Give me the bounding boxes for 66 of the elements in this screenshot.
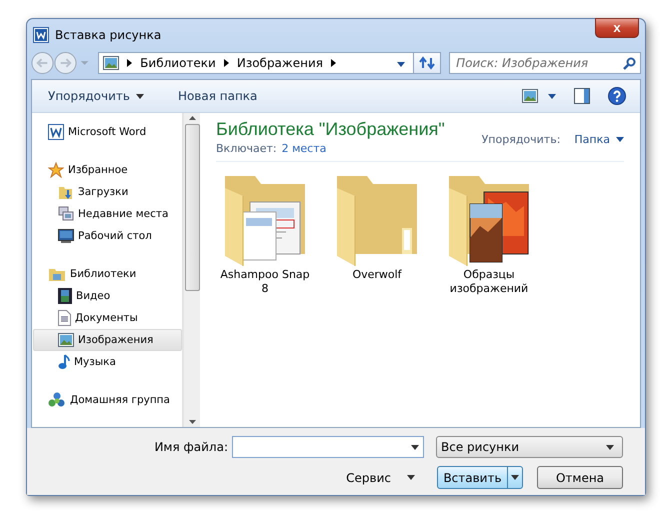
caret-icon [616, 137, 624, 142]
window-title: Вставка рисунка [55, 28, 162, 42]
download-folder-icon [58, 184, 74, 200]
folder-item[interactable]: Overwolf [328, 168, 426, 296]
nav-item[interactable]: Рабочий стол [33, 225, 182, 248]
arrow-icon [224, 59, 229, 68]
scrollbar[interactable] [183, 113, 200, 428]
tools-button[interactable]: Сервис [340, 470, 421, 486]
caret-icon [407, 475, 415, 480]
new-folder-button[interactable]: Новая папка [176, 87, 260, 106]
insert-button[interactable]: Вставить [437, 466, 523, 490]
nav-item[interactable]: Загрузки [33, 181, 182, 204]
folder-item[interactable]: Ashampoo Snap 8 [216, 168, 314, 296]
star-icon [48, 162, 64, 178]
search-field[interactable]: Поиск: Изображения [449, 52, 641, 74]
preview-pane-icon[interactable] [574, 88, 590, 104]
search-icon [623, 56, 636, 70]
nav-item[interactable]: Избранное [33, 159, 182, 182]
cancel-button[interactable]: Отмена [537, 466, 623, 490]
caret-icon [548, 94, 556, 99]
caret-icon [136, 94, 144, 99]
word-icon [48, 124, 64, 140]
arrange-dropdown[interactable]: Папка [574, 133, 624, 146]
help-icon[interactable] [608, 87, 626, 106]
filename-label: Имя файла: [154, 440, 228, 454]
nav-item[interactable]: Документы [33, 307, 182, 330]
refresh-button[interactable] [413, 52, 442, 74]
filename-field[interactable] [232, 436, 424, 458]
file-type-dropdown[interactable]: Все рисунки [436, 436, 623, 458]
homegroup-icon [48, 392, 66, 408]
scroll-up-icon[interactable] [188, 116, 196, 120]
nav-item[interactable]: Домашняя группа [33, 389, 182, 412]
nav-item[interactable]: Изображения [33, 329, 182, 352]
film-icon [58, 288, 72, 304]
caret-icon [397, 62, 406, 68]
image-icon [103, 56, 120, 70]
music-note-icon [58, 354, 70, 370]
document-icon [58, 310, 71, 326]
library-title: Библиотека "Изображения" [216, 119, 445, 140]
image-icon [58, 333, 74, 348]
libraries-icon [48, 266, 66, 282]
desktop-icon [58, 229, 74, 244]
nav-item[interactable]: Библиотеки [33, 263, 182, 286]
scroll-down-icon[interactable] [188, 420, 196, 424]
breadcrumb[interactable]: Изображения [236, 56, 323, 70]
nav-item[interactable]: Видео [33, 285, 182, 308]
folder-item[interactable]: Образцы изображений [440, 168, 538, 296]
arrange-label: Упорядочить: [482, 133, 560, 146]
caret-icon [606, 444, 614, 450]
arrow-icon [330, 59, 336, 68]
includes-label: Включает: [216, 142, 277, 156]
nav-item[interactable]: Microsoft Word [33, 121, 182, 144]
recent-places-icon [58, 206, 74, 222]
close-button[interactable]: x [595, 18, 639, 38]
refresh-icon [419, 56, 436, 70]
arrow-icon [127, 59, 132, 68]
nav-item[interactable]: Недавние места [33, 203, 182, 226]
address-bar[interactable]: Библиотеки Изображения [98, 52, 414, 74]
breadcrumb[interactable]: Библиотеки [140, 56, 216, 70]
word-icon [33, 26, 49, 43]
organize-button[interactable]: Упорядочить [46, 87, 146, 106]
view-icon [522, 89, 538, 104]
nav-item[interactable]: Музыка [33, 351, 182, 374]
caret-icon [511, 475, 519, 480]
locations-link[interactable]: 2 места [282, 142, 326, 156]
caret-icon [411, 444, 419, 450]
